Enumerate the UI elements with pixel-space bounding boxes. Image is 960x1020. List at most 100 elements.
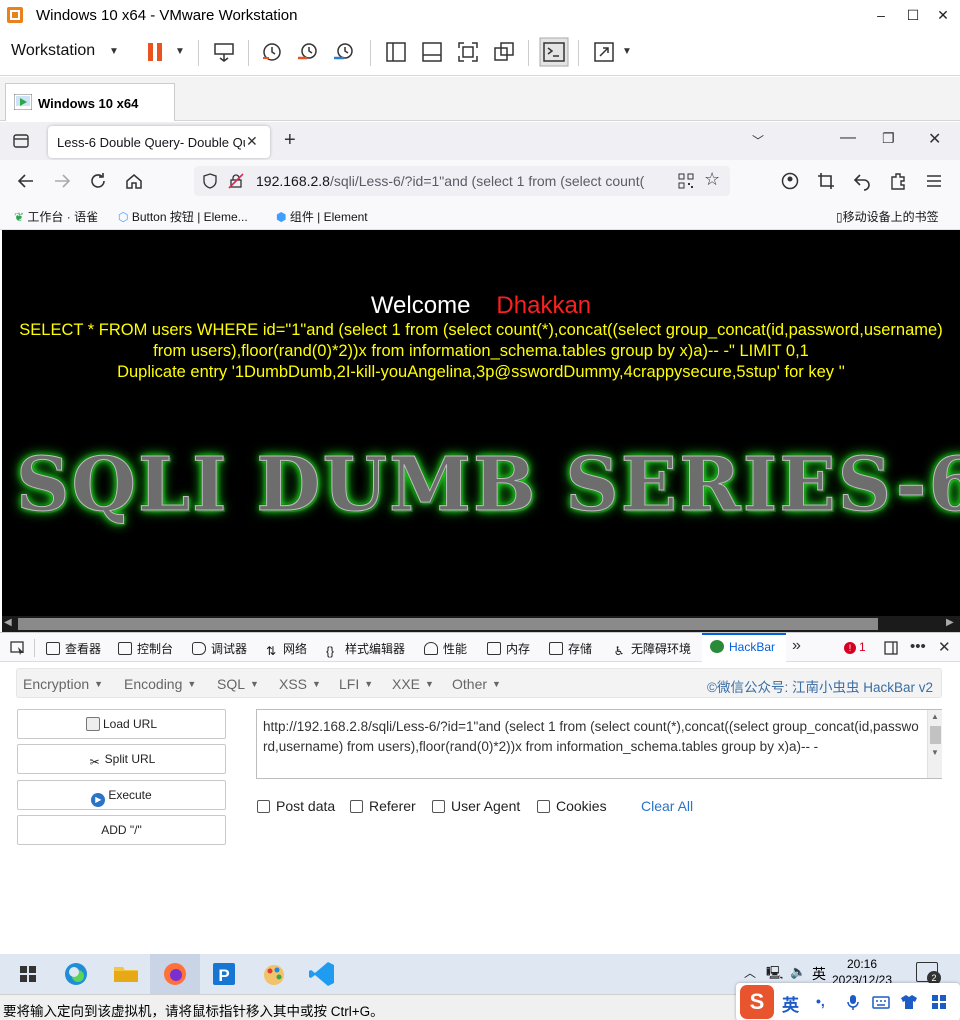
skin-shirt-icon[interactable]: [900, 993, 918, 1011]
menu-icon[interactable]: [924, 171, 944, 191]
devtools-tab-storage[interactable]: 存储: [549, 640, 592, 657]
browser-tab-active[interactable]: Less-6 Double Query- Double Qu ✕: [48, 126, 270, 158]
revert-snapshot-icon[interactable]: [296, 40, 320, 64]
pause-icon[interactable]: [144, 40, 168, 64]
forward-icon[interactable]: [52, 171, 72, 191]
home-icon[interactable]: [124, 171, 144, 191]
mobile-bookmarks[interactable]: ▯移动设备上的书签: [836, 208, 939, 225]
bookmark-item[interactable]: ⬡ Button 按钮 | Eleme...: [118, 208, 248, 225]
toolbox-grid-icon[interactable]: [930, 993, 948, 1011]
edge-icon[interactable]: [60, 958, 92, 990]
reload-icon[interactable]: [88, 171, 108, 191]
fullscreen-icon[interactable]: [456, 40, 480, 64]
hackbar-brand[interactable]: ©微信公众号: 江南小虫虫 HackBar v2: [707, 676, 933, 696]
devtools-tab-accessibility[interactable]: ♿ 无障碍环境: [612, 640, 691, 658]
pause-dropdown-icon[interactable]: ▼: [175, 46, 185, 57]
punctuation-icon[interactable]: •,: [816, 993, 834, 1011]
clear-all-link[interactable]: Clear All: [641, 798, 693, 814]
shield-icon[interactable]: [202, 173, 218, 189]
snapshot-manager-icon[interactable]: [332, 40, 356, 64]
vm-tab-windows10[interactable]: Windows 10 x64: [5, 83, 175, 121]
load-url-button[interactable]: Load URL: [17, 709, 226, 739]
firefox-icon[interactable]: [159, 958, 191, 990]
menu-sql[interactable]: SQL ▼: [217, 676, 259, 692]
devtools-tab-inspector[interactable]: 查看器: [46, 640, 101, 657]
close-button[interactable]: ✕: [928, 129, 941, 149]
hackbar-url-value[interactable]: http://192.168.2.8/sqli/Less-6/?id=1"and…: [263, 717, 923, 757]
keyboard-icon[interactable]: [872, 993, 890, 1011]
execute-button[interactable]: ▶ Execute: [17, 780, 226, 810]
qr-code-icon[interactable]: [678, 173, 694, 189]
thumbnail-view-icon[interactable]: [420, 40, 444, 64]
stretch-guest-icon[interactable]: [592, 40, 616, 64]
referer-checkbox[interactable]: Referer: [350, 798, 416, 814]
tray-overflow-icon[interactable]: ︿: [744, 964, 756, 981]
send-keys-icon[interactable]: [212, 40, 236, 64]
menu-other[interactable]: Other ▼: [452, 676, 501, 692]
maximize-button[interactable]: ☐: [896, 0, 930, 30]
app-p-icon[interactable]: P: [208, 958, 240, 990]
library-view-icon[interactable]: [384, 40, 408, 64]
hackbar-url-textarea[interactable]: http://192.168.2.8/sqli/Less-6/?id=1"and…: [256, 709, 942, 779]
console-view-icon[interactable]: [539, 37, 569, 67]
bookmark-star-icon[interactable]: ☆: [704, 169, 720, 190]
minimize-button[interactable]: –: [864, 0, 898, 30]
chevron-down-icon[interactable]: ▼: [109, 46, 119, 57]
add-slash-button[interactable]: ADD "/": [17, 815, 226, 845]
bookmark-item[interactable]: ❦ 工作台 · 语雀: [14, 208, 98, 225]
restore-button[interactable]: ❐: [882, 130, 895, 147]
scroll-down-icon[interactable]: ▼: [931, 748, 939, 757]
workstation-menu[interactable]: Workstation: [11, 42, 95, 60]
scroll-left-icon[interactable]: ◀: [4, 617, 12, 628]
url-bar[interactable]: 192.168.2.8/sqli/Less-6/?id=1"and (selec…: [194, 166, 730, 196]
close-button[interactable]: ✕: [926, 0, 960, 30]
error-count-badge[interactable]: ! 1: [844, 640, 866, 654]
snapshot-icon[interactable]: [260, 40, 284, 64]
devtools-tab-console[interactable]: 控制台: [118, 640, 173, 657]
unity-icon[interactable]: [492, 40, 516, 64]
scroll-up-icon[interactable]: ▲: [931, 712, 939, 721]
close-devtools-icon[interactable]: ✕: [938, 638, 951, 656]
minimize-button[interactable]: —: [840, 129, 856, 147]
devtools-tab-debugger[interactable]: 调试器: [192, 640, 247, 657]
menu-encoding[interactable]: Encoding ▼: [124, 676, 196, 692]
file-explorer-icon[interactable]: [110, 958, 142, 990]
post-data-checkbox[interactable]: Post data: [257, 798, 335, 814]
more-tabs-icon[interactable]: »: [792, 637, 801, 655]
scroll-right-icon[interactable]: ▶: [946, 617, 954, 628]
firefox-view-icon[interactable]: [12, 132, 30, 150]
undo-icon[interactable]: [852, 171, 872, 191]
user-agent-checkbox[interactable]: User Agent: [432, 798, 520, 814]
devtools-tab-memory[interactable]: 内存: [487, 640, 530, 657]
more-options-icon[interactable]: •••: [910, 638, 926, 655]
textarea-scrollbar[interactable]: ▲ ▼: [927, 710, 942, 778]
stretch-dropdown-icon[interactable]: ▼: [622, 46, 632, 57]
close-tab-icon[interactable]: ✕: [246, 133, 258, 150]
devtools-tab-network[interactable]: ⇅ 网络: [264, 640, 307, 658]
devtools-tab-hackbar[interactable]: HackBar: [702, 633, 786, 662]
screenshot-crop-icon[interactable]: [816, 171, 836, 191]
ime-mode-toggle[interactable]: 英: [782, 991, 799, 1016]
menu-xss[interactable]: XSS ▼: [279, 676, 321, 692]
new-tab-icon[interactable]: +: [284, 129, 296, 152]
menu-lfi[interactable]: LFI ▼: [339, 676, 373, 692]
insecure-lock-icon[interactable]: [228, 173, 244, 189]
back-icon[interactable]: [16, 171, 36, 191]
vscode-icon[interactable]: [306, 958, 338, 990]
scrollbar-thumb[interactable]: [18, 618, 878, 630]
sogou-logo-icon[interactable]: S: [740, 985, 774, 1019]
scrollbar-thumb[interactable]: [930, 726, 941, 744]
account-icon[interactable]: [780, 171, 800, 191]
microphone-icon[interactable]: [844, 993, 862, 1011]
split-url-button[interactable]: ✂ Split URL: [17, 744, 226, 774]
menu-xxe[interactable]: XXE ▼: [392, 676, 434, 692]
menu-encryption[interactable]: Encryption ▼: [23, 676, 103, 692]
element-picker-icon[interactable]: [10, 641, 26, 655]
dock-side-icon[interactable]: [884, 641, 898, 655]
volume-icon[interactable]: 🔈: [790, 964, 806, 980]
devtools-tab-performance[interactable]: 性能: [424, 640, 467, 657]
notification-icon[interactable]: 2: [916, 962, 941, 985]
devtools-tab-style-editor[interactable]: {} 样式编辑器: [326, 640, 405, 658]
paint-icon[interactable]: [258, 958, 290, 990]
horizontal-scrollbar[interactable]: ◀ ▶: [2, 616, 960, 632]
